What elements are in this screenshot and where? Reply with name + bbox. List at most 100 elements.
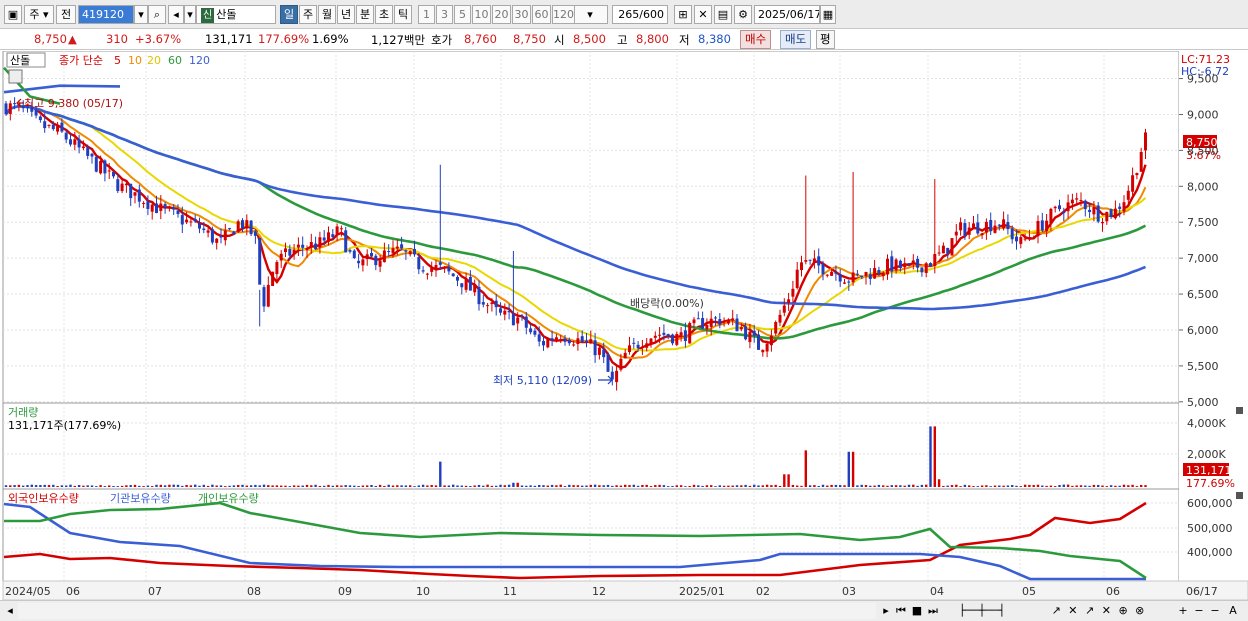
turnover-pct: 1.69% <box>312 32 349 46</box>
candle-body <box>103 160 107 174</box>
candle-body <box>1053 206 1057 209</box>
scroll-left-icon[interactable]: ◂ <box>4 603 16 619</box>
chart-svg[interactable]: 산돌 종가 단순 5 10 20 60 120 LC:71.23 HC:-6.7… <box>0 51 1248 621</box>
volume-bar <box>366 485 369 487</box>
candle-body <box>378 260 382 267</box>
candle-body <box>344 230 348 253</box>
save-icon[interactable]: ▤ <box>714 5 732 24</box>
stock-chart[interactable]: 산돌 종가 단순 5 10 20 60 120 LC:71.23 HC:-6.7… <box>0 51 1248 621</box>
speaker-icon[interactable]: ◂ <box>168 5 184 24</box>
quote-bid: 8,750 <box>513 32 546 46</box>
zoom-out-icon[interactable]: − <box>1192 603 1206 619</box>
calendar-icon[interactable]: ▦ <box>820 5 836 24</box>
minus-icon[interactable]: − <box>1208 603 1222 619</box>
volume-bar <box>821 484 825 487</box>
volume-bar <box>894 485 898 487</box>
dividend-annotation: 배당락(0.00%) <box>630 297 704 310</box>
candle-body <box>447 267 451 272</box>
volume-bar <box>675 485 678 487</box>
type-select[interactable]: 주 ▾ <box>24 5 54 24</box>
volume-bar <box>486 484 489 487</box>
volume-bar <box>95 486 98 487</box>
candle-body <box>550 338 554 341</box>
chart-scrollbar[interactable]: ◂ ▸ ⏮ ■ ⏭ ├──┼──┤ ↗ ✕ ↗ ✕ ⊕ ⊗ + − − A <box>0 600 1248 621</box>
interval-button-60[interactable]: 60 <box>532 5 551 24</box>
interval-button-20[interactable]: 20 <box>492 5 511 24</box>
volume-bar <box>163 485 167 487</box>
period-tab-0[interactable]: 일 <box>280 5 298 24</box>
stock-dropdown-icon[interactable]: ▾ <box>184 5 196 24</box>
forward-icon[interactable]: ⏭ <box>926 603 940 619</box>
interval-button-3[interactable]: 3 <box>436 5 453 24</box>
period-tab-2[interactable]: 월 <box>318 5 336 24</box>
ma5-legend: 5 <box>114 54 121 67</box>
zoom-slider[interactable]: ├──┼──┤ <box>946 603 1018 619</box>
sell-button[interactable]: 매도 <box>780 30 812 49</box>
volume-bar <box>34 485 38 487</box>
interval-button-1[interactable]: 1 <box>418 5 435 24</box>
volume-bar <box>744 484 747 487</box>
indicator-menu-icon[interactable] <box>8 69 23 84</box>
volume-bar <box>1019 486 1022 487</box>
buy-button[interactable]: 매수 <box>740 30 772 49</box>
period-tab-5[interactable]: 초 <box>375 5 393 24</box>
interval-button-120[interactable]: 120 <box>552 5 575 24</box>
candle-body <box>189 221 193 223</box>
stock-name-field[interactable]: 신 산돌 <box>196 5 276 24</box>
code-input[interactable]: 419120 <box>78 5 134 24</box>
candle-body <box>176 210 180 214</box>
period-tab-3[interactable]: 년 <box>337 5 355 24</box>
type2-select[interactable]: 전 <box>56 5 76 24</box>
search-icon[interactable]: ⌕ <box>148 5 166 24</box>
volume-bar <box>877 484 881 487</box>
code-dropdown-icon[interactable]: ▾ <box>134 5 148 24</box>
volume-bar <box>899 485 902 487</box>
volume-bar <box>998 485 1001 487</box>
candle-body <box>232 231 236 235</box>
period-tab-6[interactable]: 틱 <box>394 5 412 24</box>
volume-bar <box>654 485 657 487</box>
candle-body <box>1109 209 1113 217</box>
volume-bar <box>172 484 175 487</box>
volume-bar <box>327 484 330 487</box>
interval-button-30[interactable]: 30 <box>512 5 531 24</box>
candle-body <box>206 230 210 233</box>
volume-bar <box>73 485 76 487</box>
date-input[interactable]: 2025/06/17 <box>754 5 820 24</box>
count-input[interactable]: 265/600 <box>612 5 668 24</box>
draw-tools-icon[interactable]: ↗ ✕ ↗ ✕ ⊕ ⊗ <box>1024 603 1174 619</box>
month-label: 06 <box>66 585 80 598</box>
period-tab-4[interactable]: 분 <box>356 5 374 24</box>
period-tab-1[interactable]: 주 <box>299 5 317 24</box>
candle-body <box>929 263 932 267</box>
candle-body <box>653 335 657 338</box>
cross-icon[interactable]: ✕ <box>694 5 712 24</box>
scroll-right-icon[interactable]: ▸ <box>880 603 892 619</box>
candle-body <box>198 223 201 229</box>
volume-bar <box>645 484 648 487</box>
gear-icon[interactable]: ⚙ <box>734 5 752 24</box>
rewind-icon[interactable]: ⏮ <box>894 603 908 619</box>
interval-button-5[interactable]: 5 <box>454 5 471 24</box>
stop-icon[interactable]: ■ <box>910 603 924 619</box>
volume-bar <box>77 485 81 487</box>
candle-body <box>967 227 971 235</box>
grid-icon[interactable]: ⊞ <box>674 5 692 24</box>
panel-close-icon[interactable] <box>1236 492 1243 499</box>
interval-custom-select[interactable]: ▾ <box>572 5 608 24</box>
candle-body <box>589 339 593 344</box>
window-icon[interactable]: ▣ <box>4 5 22 24</box>
auto-scale-icon[interactable]: A <box>1226 603 1240 619</box>
interval-button-10[interactable]: 10 <box>472 5 491 24</box>
volume-bar <box>1002 485 1005 487</box>
candle-body <box>533 330 537 335</box>
volume-bar <box>701 485 704 487</box>
zoom-in-icon[interactable]: + <box>1176 603 1190 619</box>
scroll-track[interactable] <box>18 603 876 619</box>
evaluate-button[interactable]: 평 <box>816 30 835 49</box>
volume-bar <box>219 485 223 487</box>
panel-close-icon[interactable] <box>1236 407 1243 414</box>
candle-body <box>855 273 859 275</box>
volume-bar <box>538 485 541 487</box>
candle-body <box>468 276 472 291</box>
